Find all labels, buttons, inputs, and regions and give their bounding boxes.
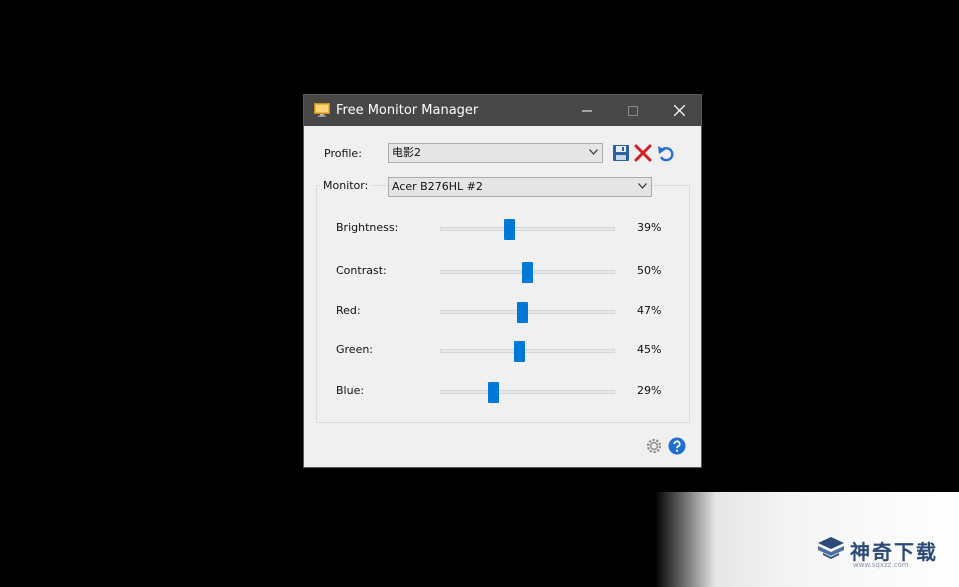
close-icon (673, 104, 685, 117)
close-button[interactable] (656, 95, 702, 126)
profile-dropdown[interactable]: 电影2 (388, 143, 603, 163)
green-track[interactable] (440, 349, 615, 353)
profile-label: Profile: (324, 147, 362, 160)
brightness-slider-thumb[interactable] (503, 219, 515, 240)
window-title: Free Monitor Manager (336, 103, 479, 118)
monitor-dropdown[interactable]: Acer B276HL #2 (388, 177, 652, 197)
chevron-down-icon (589, 149, 598, 155)
minimize-icon (582, 110, 592, 111)
monitor-selected-value: Acer B276HL #2 (392, 180, 483, 193)
contrast-label: Contrast: (336, 264, 387, 277)
brightness-label: Brightness: (336, 221, 399, 234)
maximize-icon (628, 105, 638, 116)
app-window: Free Monitor Manager Profile: 电影2 Monito… (303, 94, 702, 468)
slider-row-contrast: Contrast: 50% (304, 260, 701, 284)
delete-icon[interactable] (634, 144, 652, 162)
red-value: 47% (637, 304, 662, 317)
help-icon[interactable] (668, 437, 686, 455)
slider-row-blue: Blue: 29% (304, 380, 701, 404)
contrast-value: 50% (637, 264, 662, 277)
blue-value: 29% (637, 384, 662, 397)
watermark-logo-icon (818, 537, 844, 559)
maximize-button[interactable] (610, 95, 656, 126)
settings-icon[interactable] (645, 437, 663, 455)
brightness-track[interactable] (440, 227, 615, 231)
title-bar[interactable]: Free Monitor Manager (304, 95, 701, 126)
red-slider-thumb[interactable] (517, 302, 529, 323)
watermark-url: www.sqxzz.com (853, 561, 909, 569)
undo-icon[interactable] (657, 144, 675, 162)
monitor-label: Monitor: (320, 179, 372, 192)
slider-row-red: Red: 47% (304, 300, 701, 324)
red-label: Red: (336, 304, 361, 317)
green-label: Green: (336, 343, 374, 356)
save-icon[interactable] (612, 144, 630, 162)
brightness-value: 39% (637, 221, 662, 234)
minimize-button[interactable] (564, 95, 610, 126)
chevron-down-icon (638, 183, 647, 189)
slider-row-green: Green: 45% (304, 339, 701, 363)
green-value: 45% (637, 343, 662, 356)
monitor-app-icon (314, 103, 330, 117)
contrast-slider-thumb[interactable] (522, 262, 533, 283)
slider-row-brightness: Brightness: 39% (304, 217, 701, 241)
watermark: 神奇下载 www.sqxzz.com (655, 492, 959, 587)
profile-selected-value: 电影2 (392, 146, 421, 159)
blue-track[interactable] (440, 390, 615, 394)
green-slider-thumb[interactable] (513, 341, 525, 362)
blue-label: Blue: (336, 384, 365, 397)
blue-slider-thumb[interactable] (487, 382, 499, 403)
